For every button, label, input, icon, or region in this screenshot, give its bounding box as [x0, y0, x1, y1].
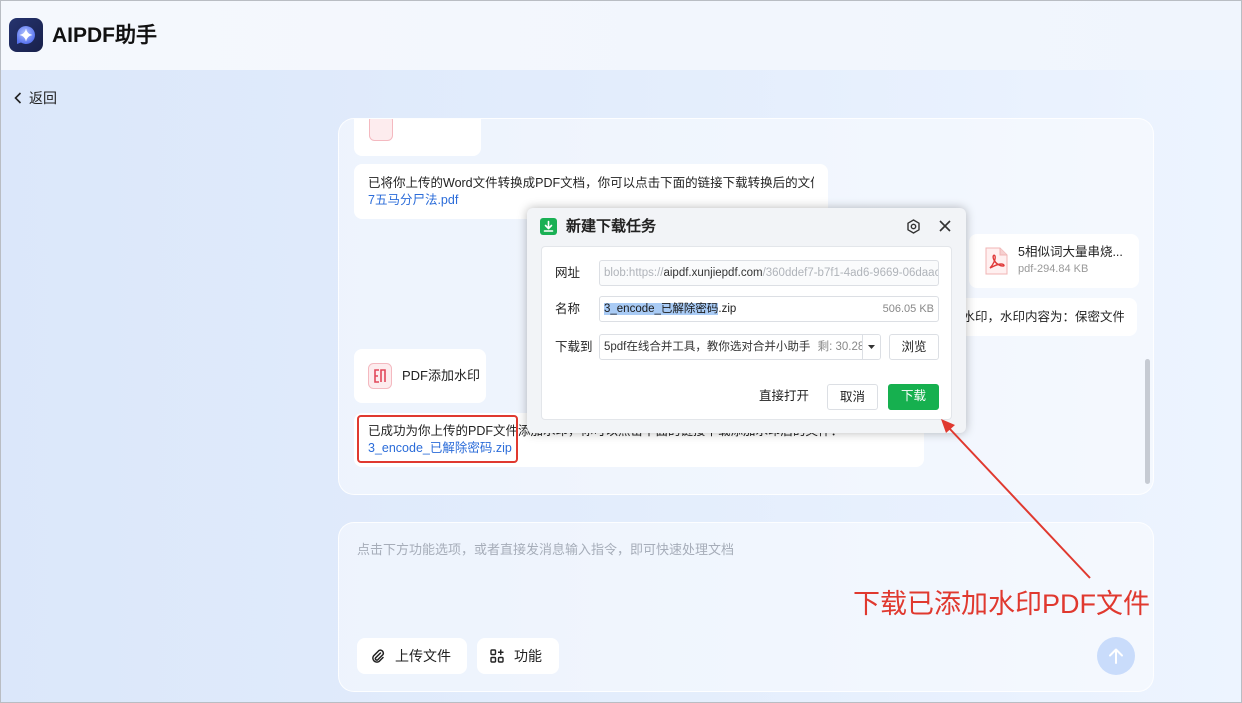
user-instruction-text: 加水印，水印内容为：保密文件 [950, 310, 1124, 324]
upload-file-button[interactable]: 上传文件 [357, 638, 467, 674]
url-label: 网址 [555, 266, 581, 280]
chat-scrollbar[interactable] [1145, 359, 1150, 484]
features-label: 功能 [514, 648, 542, 664]
filename-extension: .zip [718, 303, 737, 315]
url-rest: /360ddef7-b7f1-4ad6-9669-06daac [762, 267, 939, 279]
save-location-label: 下载到 [555, 340, 593, 354]
download-dialog: 新建下载任务 网址 blob:https://aipdf.xunjiepdf.c… [527, 208, 966, 433]
url-prefix: blob:https:// [604, 267, 664, 279]
dialog-body: 网址 blob:https://aipdf.xunjiepdf.com/360d… [541, 246, 952, 420]
download-icon [540, 218, 557, 235]
url-host: aipdf.xunjiepdf.com [663, 267, 763, 279]
message-bubble-partial [354, 119, 481, 156]
convert-reply-text: 已将你上传的Word文件转换成PDF文档，你可以点击下面的链接下载转换后的文件： [368, 176, 814, 190]
tool-icon [369, 119, 393, 141]
features-button[interactable]: 功能 [477, 638, 559, 674]
watermarked-file-link[interactable]: 3_encode_已解除密码.zip [368, 440, 910, 457]
sparkle-logo-icon [9, 18, 43, 52]
browse-button[interactable]: 浏览 [889, 334, 939, 360]
url-field[interactable]: blob:https://aipdf.xunjiepdf.com/360ddef… [599, 260, 939, 286]
cancel-button[interactable]: 取消 [827, 384, 878, 410]
upload-file-label: 上传文件 [395, 648, 451, 664]
open-directly-button[interactable]: 直接打开 [754, 384, 814, 410]
user-instruction-bubble: 加水印，水印内容为：保密文件 [937, 298, 1137, 336]
paperclip-icon [372, 649, 385, 663]
save-location-select[interactable]: 5pdf在线合并工具，教你选对合并小助手 剩: 30.28 GB [599, 334, 881, 360]
send-button[interactable] [1097, 637, 1135, 675]
pdf-file-icon [985, 247, 1008, 275]
chevron-down-icon [868, 345, 875, 349]
filename-selected: 3_encode_已解除密码 [604, 303, 719, 315]
app-title: AIPDF助手 [52, 24, 157, 47]
uploaded-file-card[interactable]: 5相似词大量串烧... pdf-294.84 KB [969, 234, 1139, 288]
uploaded-file-meta: pdf-294.84 KB [1018, 263, 1089, 275]
annotation-caption: 下载已添加水印PDF文件 [853, 589, 1150, 619]
dialog-title: 新建下载任务 [566, 218, 657, 235]
converted-file-link[interactable]: 7五马分尸法.pdf [368, 192, 814, 209]
name-label: 名称 [555, 302, 581, 316]
tool-card-watermark[interactable]: PDF添加水印 [354, 349, 486, 403]
tool-card-label: PDF添加水印 [402, 368, 481, 383]
app-header: AIPDF助手 [0, 0, 1242, 70]
save-path: 5pdf在线合并工具，教你选对合并小助手 [604, 341, 811, 353]
file-size: 506.05 KB [882, 303, 934, 315]
arrow-up-icon [1109, 648, 1123, 664]
filename-field[interactable]: 3_encode_已解除密码.zip 506.05 KB [599, 296, 939, 322]
settings-icon[interactable] [906, 219, 921, 234]
back-label: 返回 [29, 90, 57, 106]
watermark-icon [368, 363, 392, 389]
dropdown-toggle[interactable] [862, 335, 880, 359]
uploaded-file-name: 5相似词大量串烧... [1018, 245, 1123, 259]
download-button[interactable]: 下载 [888, 384, 939, 410]
back-button[interactable]: 返回 [14, 88, 57, 108]
chevron-left-icon [14, 92, 22, 104]
grid-plus-icon [490, 649, 504, 663]
close-icon[interactable] [939, 220, 951, 232]
